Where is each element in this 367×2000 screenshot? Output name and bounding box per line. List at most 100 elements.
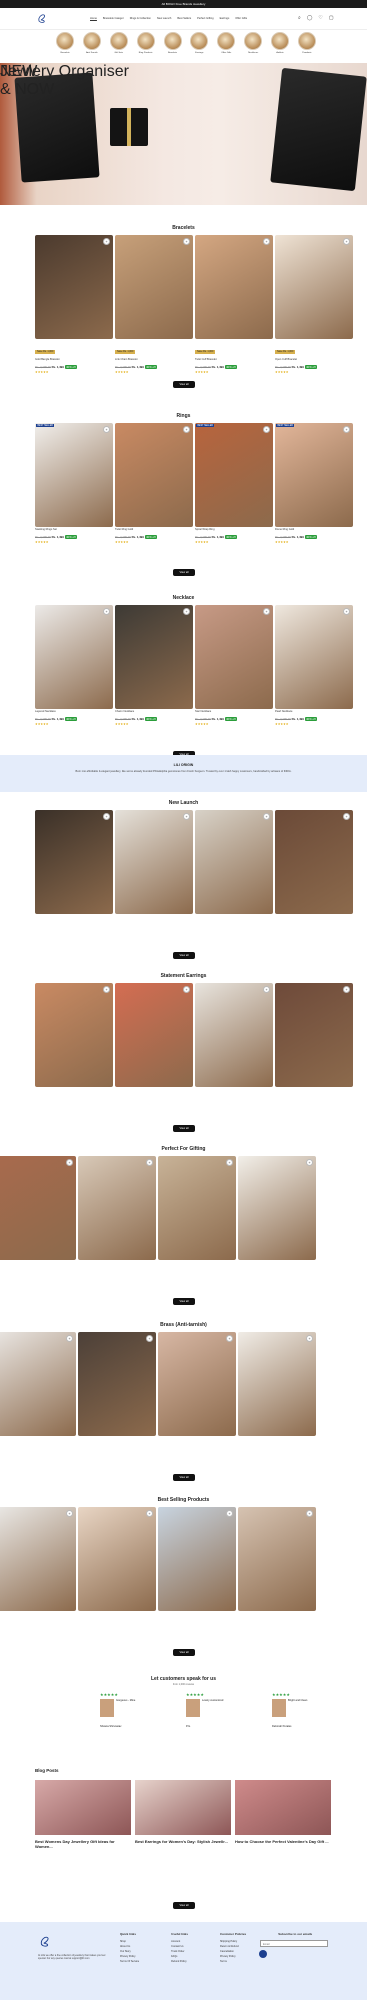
product-name[interactable]: Stacking Rings Set [35, 528, 113, 534]
product-image[interactable] [78, 1156, 156, 1260]
product-image[interactable] [35, 423, 113, 527]
product-image[interactable] [35, 605, 113, 709]
product-card[interactable]: + [0, 1332, 76, 1436]
category-item[interactable]: Bracelets [163, 32, 182, 62]
footer-link[interactable]: Terms [220, 1959, 246, 1964]
product-card[interactable]: + Save Rs. 1,000 Gold Bangle Bracelet Rs. 2… [35, 235, 113, 374]
product-card[interactable]: + [0, 1156, 76, 1260]
product-image[interactable] [115, 810, 193, 914]
view-all-button[interactable]: View all [173, 569, 195, 576]
nav-offer[interactable]: Offer Gifts [235, 17, 247, 23]
product-image[interactable] [195, 605, 273, 709]
product-name[interactable]: Spiral Wrap Ring [195, 528, 273, 534]
product-card[interactable]: + [275, 810, 353, 914]
review-card[interactable]: ★★★★★ Gorgeous - Mine Shweta Shrivastav [100, 1692, 168, 1746]
quick-add-icon[interactable]: + [343, 813, 350, 820]
email-input[interactable]: Email [260, 1940, 328, 1947]
product-name[interactable]: Layered Necklace [35, 710, 113, 716]
nav-bracelets[interactable]: Bracelets Categor [103, 17, 124, 23]
quick-add-icon[interactable]: + [103, 426, 110, 433]
quick-add-icon[interactable]: + [146, 1335, 153, 1342]
product-card[interactable]: + [78, 1156, 156, 1260]
quick-add-icon[interactable]: + [263, 608, 270, 615]
view-all-button[interactable]: View all [173, 1649, 195, 1656]
product-card[interactable]: + [238, 1332, 316, 1436]
view-all-button[interactable]: View all [173, 381, 195, 388]
quick-add-icon[interactable]: + [103, 986, 110, 993]
blog-post-title[interactable]: How to Choose the Perfect Valentine's Da… [235, 1839, 331, 1844]
product-name[interactable]: Twist Cuff Bracelet [195, 358, 273, 364]
product-card[interactable]: + [158, 1156, 236, 1260]
product-card[interactable]: + [78, 1332, 156, 1436]
quick-add-icon[interactable]: + [306, 1335, 313, 1342]
blog-card[interactable]: Best Earrings for Women's Day: Stylish J… [135, 1780, 231, 1849]
product-image[interactable] [0, 1507, 76, 1611]
product-image[interactable] [78, 1332, 156, 1436]
product-image[interactable] [238, 1507, 316, 1611]
quick-add-icon[interactable]: + [66, 1159, 73, 1166]
footer-logo[interactable] [38, 1934, 52, 1953]
product-card[interactable]: + Layered Necklace Rs. 2,499.00 Rs. 1,499 … [35, 605, 113, 726]
product-card[interactable]: + [238, 1156, 316, 1260]
product-image[interactable] [195, 235, 273, 339]
brand-logo[interactable] [36, 11, 48, 23]
product-card[interactable]: + [238, 1507, 316, 1611]
product-card[interactable]: + [0, 1507, 76, 1611]
nav-home[interactable]: Home [90, 17, 97, 23]
product-image[interactable] [275, 605, 353, 709]
social-icon[interactable] [259, 1950, 267, 1958]
quick-add-icon[interactable]: + [66, 1335, 73, 1342]
quick-add-icon[interactable]: + [306, 1510, 313, 1517]
category-item[interactable]: Anti-Tarnish [82, 32, 101, 62]
category-item[interactable]: Anklets [271, 32, 289, 62]
product-image[interactable] [0, 1332, 76, 1436]
product-image[interactable] [115, 605, 193, 709]
user-icon[interactable]: ◯ [307, 15, 313, 21]
quick-add-icon[interactable]: + [263, 426, 270, 433]
review-card[interactable]: ★★★★★ Bright and Clean Deborah Perales [272, 1692, 340, 1746]
blog-image[interactable] [235, 1780, 331, 1835]
nav-earrings[interactable]: Earrings [220, 17, 230, 23]
quick-add-icon[interactable]: + [146, 1159, 153, 1166]
quick-add-icon[interactable]: + [226, 1510, 233, 1517]
blog-image[interactable] [35, 1780, 131, 1835]
quick-add-icon[interactable]: + [103, 608, 110, 615]
product-card[interactable]: + Star Necklace Rs. 2,499.00 Rs. 1,499 40%… [195, 605, 273, 726]
product-card[interactable]: + Charm Necklace Rs. 2,499.00 Rs. 1,499 40… [115, 605, 193, 726]
product-card[interactable]: BEST SELLER + Dome Ring Gold Rs. 2,499.00 R… [275, 423, 353, 544]
product-name[interactable]: Twist Ring Gold [115, 528, 193, 534]
product-name[interactable]: Gold Bangle Bracelet [35, 358, 113, 364]
product-card[interactable]: + [195, 983, 273, 1087]
quick-add-icon[interactable]: + [343, 986, 350, 993]
product-name[interactable]: Open Cuff Bracelet [275, 358, 353, 364]
product-card[interactable]: + [158, 1332, 236, 1436]
quick-add-icon[interactable]: + [343, 426, 350, 433]
product-image[interactable] [275, 810, 353, 914]
product-name[interactable]: Link Chain Bracelet [115, 358, 193, 364]
category-item[interactable]: Earrings [190, 32, 209, 62]
footer-link[interactable]: Terms Of Service [120, 1959, 139, 1964]
footer-link[interactable]: Refund Policy [171, 1959, 188, 1964]
product-card[interactable]: + Pearl Necklace Rs. 2,499.00 Rs. 1,499 40… [275, 605, 353, 726]
quick-add-icon[interactable]: + [183, 238, 190, 245]
product-image[interactable] [35, 983, 113, 1087]
product-card[interactable]: + [115, 983, 193, 1087]
quick-add-icon[interactable]: + [66, 1510, 73, 1517]
product-image[interactable] [115, 235, 193, 339]
blog-post-title[interactable]: Best Womens Day Jewellery Gift Ideas for… [35, 1839, 131, 1849]
product-image[interactable] [238, 1156, 316, 1260]
product-card[interactable]: + Save Rs. 1,000 Link Chain Bracelet Rs. 2,… [115, 235, 193, 374]
quick-add-icon[interactable]: + [103, 238, 110, 245]
cart-icon[interactable]: ▢ [329, 15, 334, 21]
review-card[interactable]: ★★★★★ Lovely customized P.G. [186, 1692, 254, 1746]
product-image[interactable] [35, 810, 113, 914]
product-image[interactable] [275, 235, 353, 339]
category-item[interactable]: Offer Gifts [217, 32, 236, 62]
product-image[interactable] [195, 423, 273, 527]
category-item[interactable]: Bracelets [56, 32, 74, 62]
product-card[interactable]: + Save Rs. 1,000 Twist Cuff Bracelet Rs. 2,… [195, 235, 273, 374]
product-image[interactable] [275, 423, 353, 527]
product-card[interactable]: + [195, 810, 273, 914]
view-all-button[interactable]: View all [173, 952, 195, 959]
product-name[interactable]: Dome Ring Gold [275, 528, 353, 534]
